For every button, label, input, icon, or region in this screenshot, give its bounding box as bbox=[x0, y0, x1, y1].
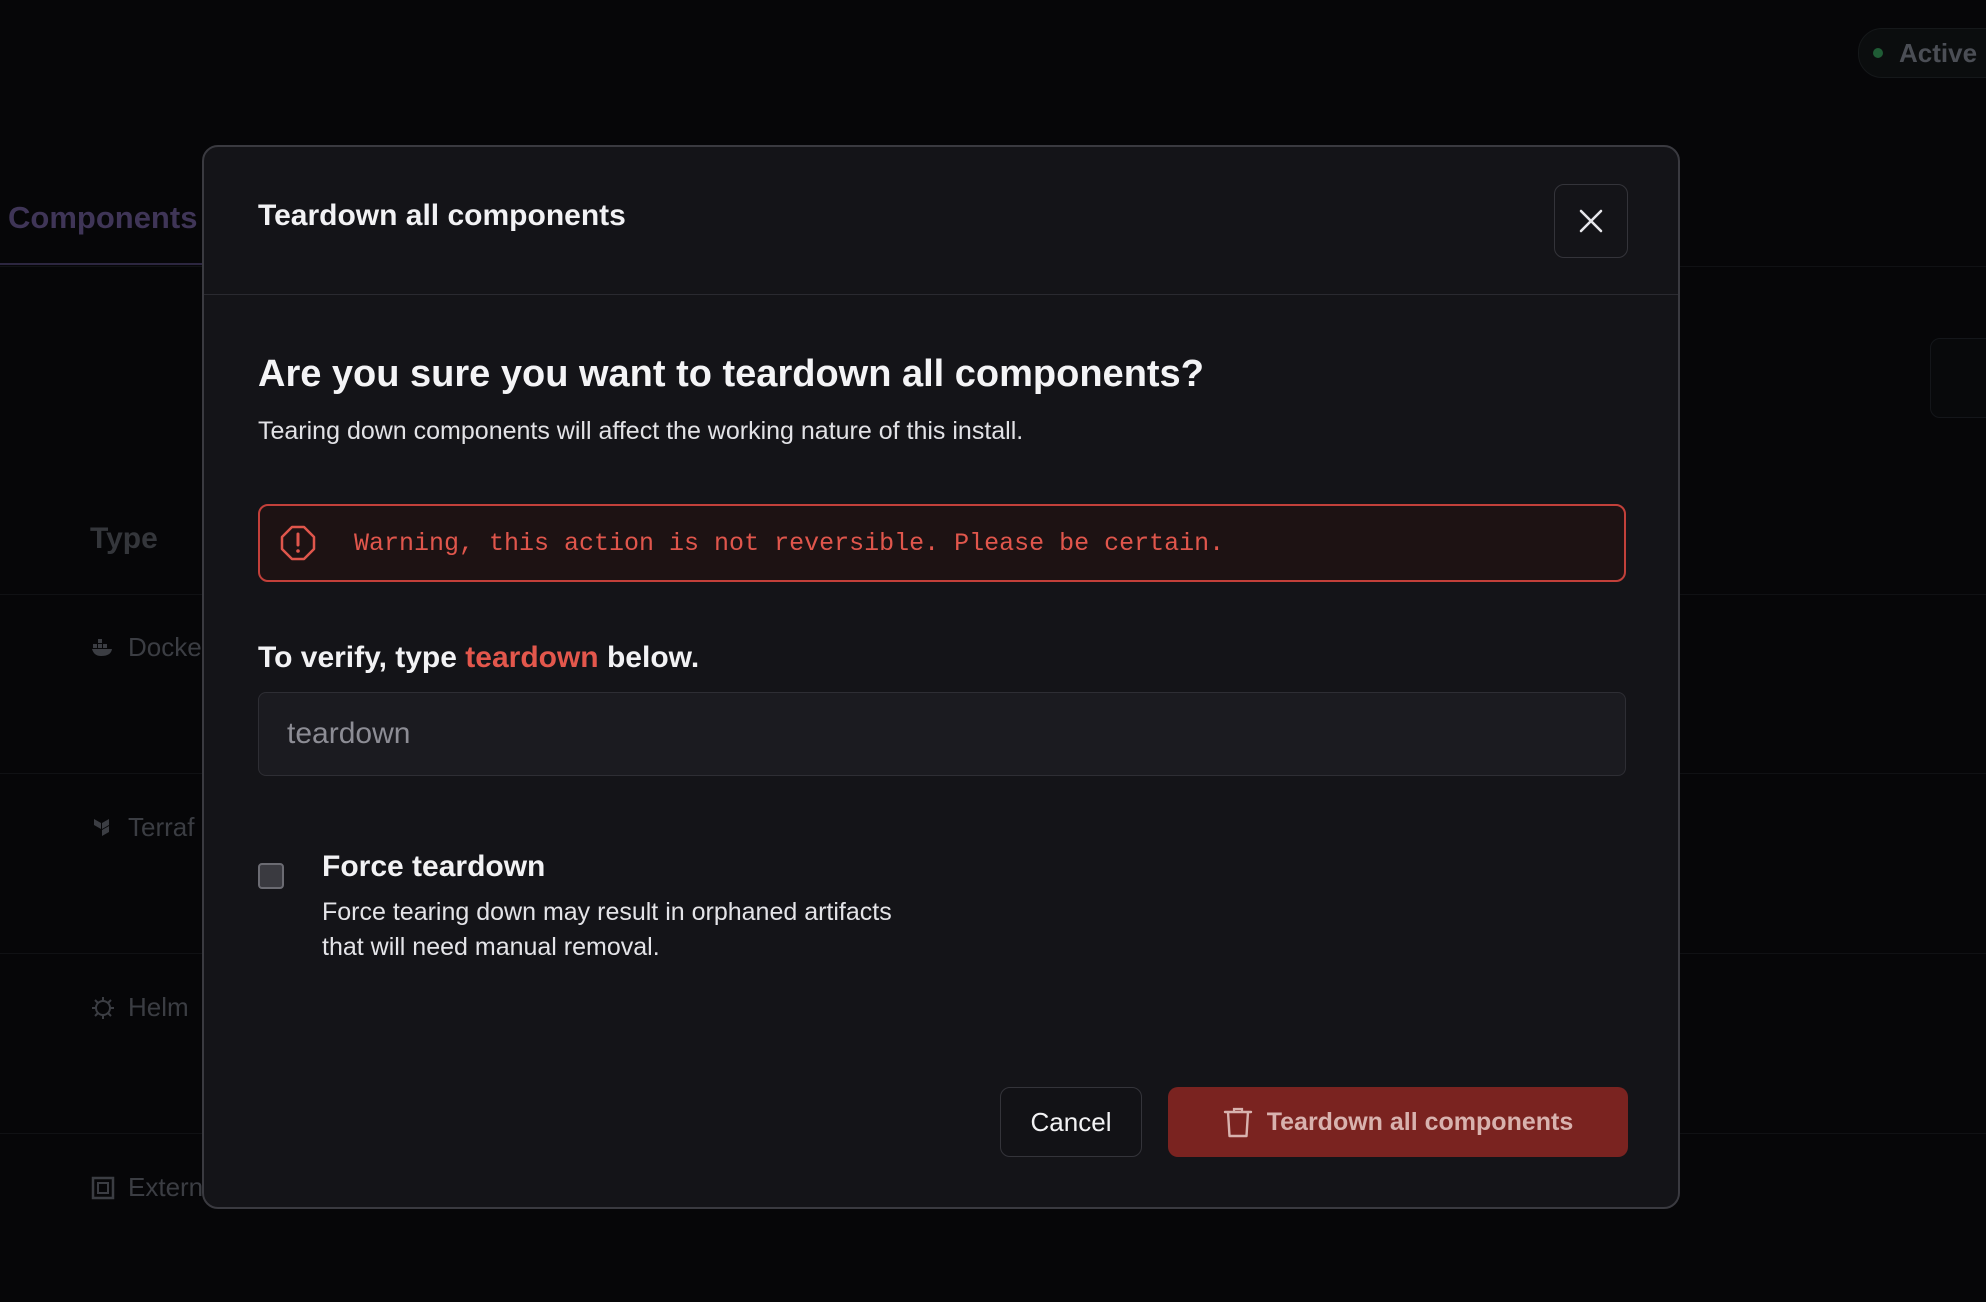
close-icon bbox=[1578, 208, 1604, 234]
row-type-label: Docke bbox=[128, 632, 202, 662]
table-header-type: Type bbox=[90, 522, 158, 555]
warning-banner: Warning, this action is not reversible. … bbox=[258, 504, 1626, 582]
verify-input[interactable] bbox=[258, 692, 1626, 776]
dialog-title: Teardown all components bbox=[258, 199, 626, 232]
warning-message: Warning, this action is not reversible. … bbox=[354, 528, 1225, 558]
cancel-button[interactable]: Cancel bbox=[1000, 1087, 1142, 1157]
force-teardown-label[interactable]: Force teardown bbox=[322, 850, 545, 884]
row-type-label: Terraf bbox=[128, 812, 195, 842]
helm-icon bbox=[90, 995, 116, 1021]
table-row[interactable]: Extern bbox=[90, 1172, 203, 1203]
terraform-icon bbox=[90, 815, 116, 841]
trash-icon bbox=[1223, 1106, 1253, 1138]
teardown-all-button[interactable]: Teardown all components bbox=[1168, 1087, 1628, 1157]
docker-icon bbox=[90, 635, 116, 661]
cloud-upload-button[interactable] bbox=[1930, 338, 1986, 418]
teardown-dialog: Teardown all components Are you sure you… bbox=[202, 145, 1680, 1209]
status-badge-label: Active bbox=[1899, 37, 1978, 68]
close-button[interactable] bbox=[1554, 184, 1628, 258]
force-teardown-description: Force tearing down may result in orphane… bbox=[322, 898, 892, 961]
external-icon bbox=[90, 1175, 116, 1201]
verify-prefix: To verify, type bbox=[258, 641, 466, 674]
verify-keyword: teardown bbox=[465, 641, 599, 674]
row-type-label: Helm bbox=[128, 992, 189, 1022]
teardown-all-button-label: Teardown all components bbox=[1266, 1107, 1574, 1136]
status-dot bbox=[1873, 48, 1883, 58]
warning-icon bbox=[280, 525, 316, 561]
table-row[interactable]: Docke bbox=[90, 632, 202, 663]
cancel-button-label: Cancel bbox=[1030, 1106, 1112, 1137]
dialog-heading: Are you sure you want to teardown all co… bbox=[258, 353, 1204, 395]
tab-components[interactable]: Components bbox=[8, 200, 197, 236]
table-row[interactable]: Terraf bbox=[90, 812, 194, 843]
dialog-header: Teardown all components bbox=[204, 147, 1678, 295]
verify-instruction: To verify, type teardown below. bbox=[258, 641, 699, 675]
verify-suffix: below. bbox=[598, 641, 700, 674]
table-row[interactable]: Helm bbox=[90, 992, 189, 1023]
tab-underline bbox=[0, 263, 205, 265]
force-teardown-checkbox[interactable] bbox=[258, 863, 284, 889]
dialog-subtext: Tearing down components will affect the … bbox=[258, 417, 1024, 445]
row-type-label: Extern bbox=[128, 1172, 204, 1202]
status-badge: Active bbox=[1858, 28, 1986, 78]
